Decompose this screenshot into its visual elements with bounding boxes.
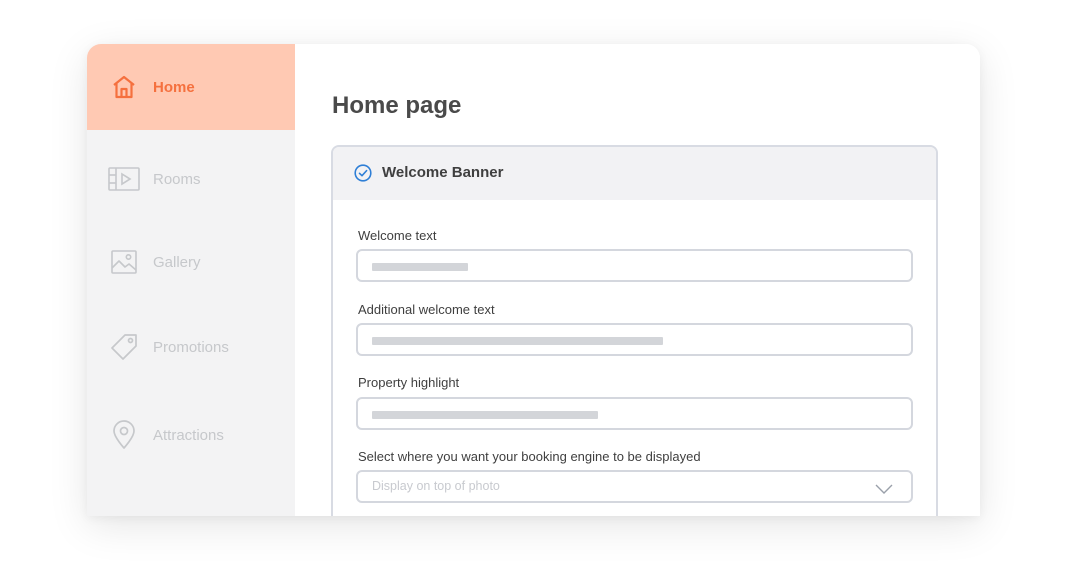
video-icon (108, 163, 140, 195)
sidebar-item-attractions[interactable]: Attractions (87, 392, 295, 478)
sidebar-item-label: Promotions (153, 338, 229, 356)
sidebar-item-label: Gallery (153, 253, 201, 271)
sidebar-item-promotions[interactable]: Promotions (87, 304, 295, 390)
page-title: Home page (332, 92, 462, 119)
sidebar: Home Rooms Gallery Promotions Attraction… (87, 44, 295, 516)
property-highlight-input[interactable] (356, 397, 913, 430)
app-window: Home Rooms Gallery Promotions Attraction… (87, 44, 980, 516)
sidebar-item-home[interactable]: Home (87, 44, 295, 130)
booking-engine-position-select[interactable]: Display on top of photo (356, 470, 913, 503)
field-label: Additional welcome text (358, 302, 495, 317)
text-placeholder (372, 263, 468, 271)
panel-header[interactable]: Welcome Banner (333, 147, 936, 200)
additional-welcome-text-input[interactable] (356, 323, 913, 356)
sidebar-item-gallery[interactable]: Gallery (87, 219, 295, 305)
field-label: Welcome text (358, 228, 437, 243)
tag-icon (108, 331, 140, 363)
location-pin-icon (108, 419, 140, 451)
welcome-text-input[interactable] (356, 249, 913, 282)
home-icon (108, 71, 140, 103)
text-placeholder (372, 337, 663, 345)
main-content: Home page Welcome Banner Welcome text Ad… (295, 44, 980, 516)
sidebar-item-label: Attractions (153, 426, 224, 444)
sidebar-item-label: Home (153, 78, 195, 96)
sidebar-item-rooms[interactable]: Rooms (87, 136, 295, 222)
panel-title: Welcome Banner (382, 164, 504, 181)
field-label: Property highlight (358, 375, 460, 390)
field-label: Select where you want your booking engin… (358, 449, 701, 464)
image-icon (108, 246, 140, 278)
chevron-down-icon (875, 481, 893, 499)
text-placeholder (372, 411, 598, 419)
welcome-banner-panel: Welcome Banner Welcome text Additional w… (331, 145, 938, 516)
select-value: Display on top of photo (372, 479, 500, 493)
check-circle-icon (354, 164, 372, 187)
sidebar-item-label: Rooms (153, 170, 201, 188)
